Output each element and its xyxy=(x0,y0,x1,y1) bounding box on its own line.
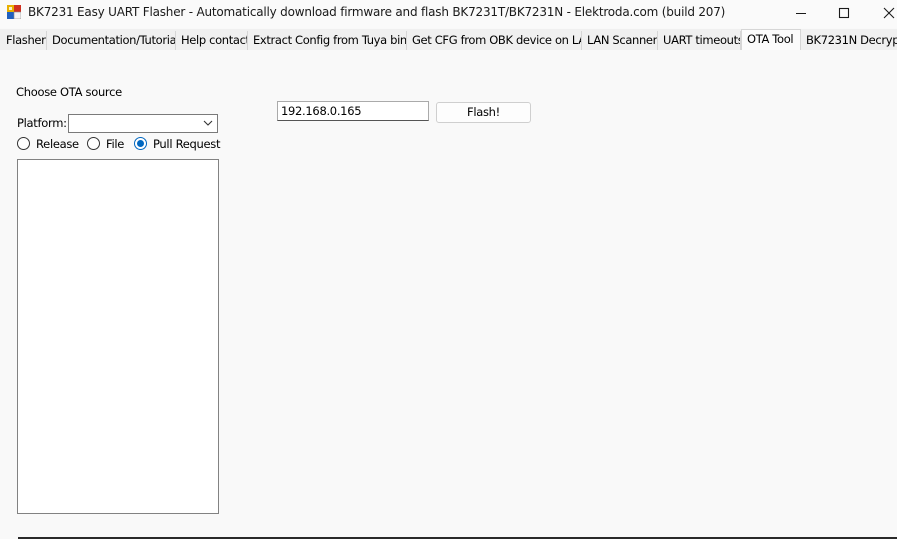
close-icon xyxy=(883,7,895,19)
minimize-icon xyxy=(796,13,806,14)
tab-flasher[interactable]: Flasher xyxy=(1,31,47,50)
tab-documentation-tutorials[interactable]: Documentation/Tutorials xyxy=(47,31,176,50)
maximize-icon xyxy=(838,7,850,19)
tab-lan-scanner[interactable]: LAN Scanner xyxy=(582,31,658,50)
window-title: BK7231 Easy UART Flasher - Automatically… xyxy=(28,5,726,19)
chevron-down-icon xyxy=(203,120,213,126)
app-icon xyxy=(7,5,22,20)
tab-strip: Flasher Documentation/Tutorials Help con… xyxy=(0,29,897,51)
title-bar: BK7231 Easy UART Flasher - Automatically… xyxy=(0,0,897,28)
tab-ota-tool[interactable]: OTA Tool xyxy=(741,29,801,50)
platform-label: Platform: xyxy=(17,116,67,130)
platform-dropdown[interactable] xyxy=(68,114,218,133)
tab-uart-timeouts[interactable]: UART timeouts xyxy=(658,31,741,50)
file-radio-label[interactable]: File xyxy=(106,137,124,151)
release-radio-label[interactable]: Release xyxy=(36,137,79,151)
flash-button[interactable]: Flash! xyxy=(436,102,531,123)
tab-get-cfg-obk[interactable]: Get CFG from OBK device on LAN xyxy=(407,31,582,50)
file-radio[interactable] xyxy=(87,137,100,150)
tab-help-contact[interactable]: Help contact xyxy=(176,31,248,50)
pull-request-radio[interactable] xyxy=(134,137,147,150)
ota-source-heading: Choose OTA source xyxy=(16,85,122,99)
release-radio[interactable] xyxy=(17,137,30,150)
maximize-button[interactable] xyxy=(821,0,867,26)
pull-request-radio-label[interactable]: Pull Request xyxy=(153,137,220,151)
minimize-button[interactable] xyxy=(778,0,824,26)
tab-bk7231n-decryption[interactable]: BK7231N Decryption xyxy=(801,31,897,50)
device-ip-input[interactable]: 192.168.0.165 xyxy=(277,101,429,121)
close-button[interactable] xyxy=(866,0,897,26)
ota-source-list[interactable] xyxy=(17,159,219,514)
tab-extract-config[interactable]: Extract Config from Tuya binary xyxy=(248,31,407,50)
